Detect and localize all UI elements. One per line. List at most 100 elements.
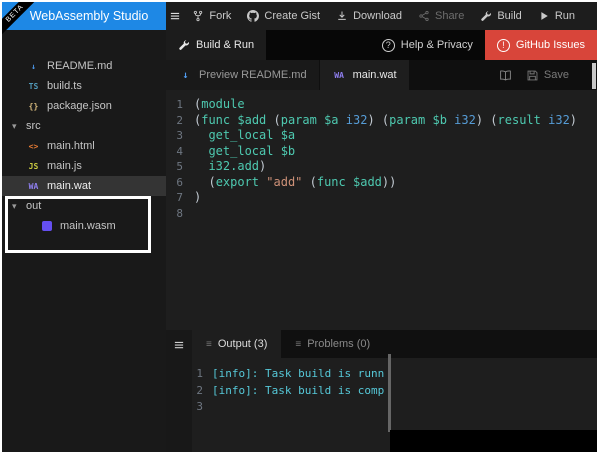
tree-item-main-html[interactable]: <> main.html [2, 136, 166, 156]
editor-tab-preview-readme-md[interactable]: ↓ Preview README.md [166, 60, 319, 90]
line-number: 3 [176, 129, 183, 142]
hammer-icon [178, 39, 190, 51]
save-button[interactable]: Save [526, 69, 569, 82]
line-number: 6 [176, 175, 183, 189]
tree-item-main-wasm[interactable]: main.wasm [2, 216, 166, 236]
code-line: 5 i32.add) [166, 159, 597, 175]
blank-area [390, 430, 597, 452]
tree-item-label: package.json [47, 100, 112, 112]
tree-item-build-ts[interactable]: TS build.ts [2, 76, 166, 96]
console-line: 2 [info]: Task build is comp [192, 383, 597, 400]
code-line: 6 (export "add" (func $add)) [166, 175, 597, 191]
line-number: 4 [176, 144, 183, 158]
file-tree: ↓ README.md TS build.ts {} package.json ▾ src <>… [2, 30, 166, 236]
fork-button[interactable]: Fork [184, 2, 239, 30]
console-menu-icon[interactable] [173, 339, 185, 452]
line-number: 2 [176, 113, 183, 127]
ts-icon: TS [28, 81, 39, 91]
beta-ribbon: BETA [2, 2, 40, 40]
secondary-toolbar: Build & Run ? Help & Privacy ! GitHub Is… [166, 30, 597, 60]
caret-down-icon: ▾ [12, 200, 17, 211]
play-icon [538, 10, 550, 22]
console-line-text: [info]: Task build is runn [212, 367, 385, 380]
editor-tabbar: ↓ Preview README.md WA main.wat Save [166, 60, 597, 90]
build-button[interactable]: Build [472, 2, 529, 30]
screenshot-root: WebAssembly Studio BETA Fork Create Gist D… [0, 0, 600, 454]
code-text: (module [194, 97, 245, 111]
editor-tab-actions: Save [499, 60, 597, 90]
editor-scrollbar[interactable] [592, 63, 596, 89]
menu-button[interactable] [166, 2, 184, 30]
build-and-run-button[interactable]: Build & Run [166, 30, 267, 60]
console-tab-problems[interactable]: ≡ Problems (0) [281, 330, 384, 358]
tree-item-label: src [26, 120, 41, 132]
file-explorer: ↓ README.md TS build.ts {} package.json ▾ src <>… [2, 30, 166, 452]
tree-item-label: main.js [47, 160, 82, 172]
tree-item-out[interactable]: ▾ out [2, 196, 166, 216]
save-icon [526, 69, 539, 82]
download-icon [336, 10, 348, 22]
help-privacy-button[interactable]: ? Help & Privacy [370, 30, 485, 60]
share-button[interactable]: Share [410, 2, 472, 30]
create-gist-button[interactable]: Create Gist [239, 2, 328, 30]
console-scrollbar[interactable] [388, 354, 391, 432]
console-line: 1 [info]: Task build is runn [192, 366, 597, 383]
github-icon [247, 10, 260, 22]
tree-item-label: out [26, 200, 42, 212]
beta-ribbon-label: BETA [2, 2, 40, 40]
build-and-run-label: Build & Run [196, 39, 255, 51]
code-line: 3 get_local $a [166, 128, 597, 144]
github-issues-button[interactable]: ! GitHub Issues [484, 30, 597, 60]
editor-tab-label: Preview README.md [199, 69, 307, 81]
tree-item-label: build.ts [47, 80, 82, 92]
toolbar-item-label: Run [554, 10, 575, 22]
question-icon: ? [381, 38, 395, 52]
editor-tabbar-tabs: ↓ Preview README.md WA main.wat [166, 60, 410, 90]
console-tab-label: Output (3) [217, 338, 268, 350]
code-text: (export "add" (func $add)) [194, 174, 397, 189]
download-button[interactable]: Download [328, 2, 410, 30]
console-rail [166, 330, 192, 452]
book-icon[interactable] [499, 69, 512, 82]
console-line-number: 2 [196, 383, 203, 397]
tree-item-main-wat[interactable]: WA main.wat [2, 176, 166, 196]
tree-item-main-js[interactable]: JS main.js [2, 156, 166, 176]
console-line-number: 1 [196, 367, 203, 380]
wa-icon: WA [28, 181, 39, 191]
toolbar-item-label: Create Gist [264, 10, 321, 22]
tree-item-label: main.wat [47, 180, 92, 192]
tree-item-README-md[interactable]: ↓ README.md [2, 56, 166, 76]
markdown-icon: ↓ [31, 61, 36, 71]
app-title: WebAssembly Studio [29, 9, 149, 23]
line-number: 8 [176, 206, 183, 220]
wa-icon: WA [334, 70, 344, 80]
wrench-icon [480, 10, 492, 22]
line-number: 7 [176, 191, 183, 204]
code-editor[interactable]: 1 (module 2 (func $add (param $a i32) (para… [166, 90, 597, 330]
tree-item-package-json[interactable]: {} package.json [2, 96, 166, 116]
run-button[interactable]: Run [530, 2, 583, 30]
code-text: get_local $a [194, 128, 296, 142]
console-line-text: [info]: Task build is comp [212, 383, 385, 397]
tree-item-label: README.md [47, 60, 113, 72]
code-line: 2 (func $add (param $a i32) (param $b i32… [166, 113, 597, 129]
webassembly-studio-window: WebAssembly Studio BETA Fork Create Gist D… [2, 2, 597, 452]
tree-item-src[interactable]: ▾ src [2, 116, 166, 136]
line-number: 5 [176, 160, 183, 173]
share-icon [418, 10, 430, 22]
toolbar-item-label: Build [497, 10, 522, 22]
help-privacy-label: Help & Privacy [400, 39, 473, 51]
main-toolbar: Fork Create Gist Download Share Build Run [166, 2, 597, 30]
code-text: get_local $b [194, 143, 296, 158]
tree-item-label: main.wasm [60, 220, 116, 232]
console-tab-output[interactable]: ≡ Output (3) [192, 330, 282, 358]
console-tab-label: Problems (0) [307, 338, 371, 350]
code-line: 1 (module [166, 97, 597, 113]
preview-icon: ↓ [182, 69, 189, 81]
wasm-icon [42, 221, 52, 231]
line-number: 1 [176, 98, 183, 111]
console-tabs: ≡ Output (3) ≡ Problems (0) [192, 330, 597, 358]
json-icon: {} [28, 101, 39, 111]
editor-tab-main-wat[interactable]: WA main.wat [319, 60, 409, 90]
list-icon: ≡ [206, 338, 212, 350]
